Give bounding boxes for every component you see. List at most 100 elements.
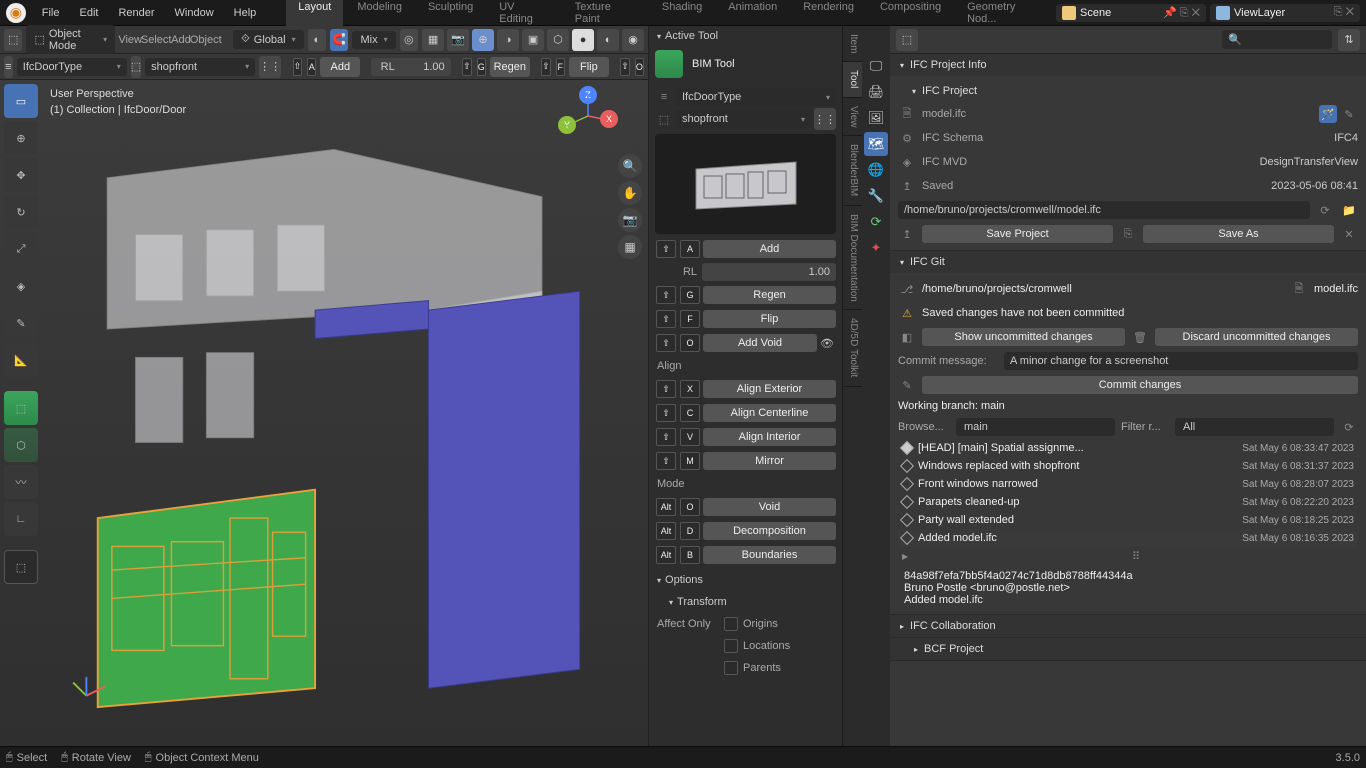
- check-locations[interactable]: [724, 639, 738, 653]
- tab-compositing[interactable]: Compositing: [868, 0, 953, 29]
- tool-transform[interactable]: ◈: [4, 269, 38, 303]
- picon-output[interactable]: 🖨: [864, 80, 888, 104]
- picon-view[interactable]: 🖼: [864, 106, 888, 130]
- tool-select[interactable]: ▭: [4, 84, 38, 118]
- grid-icon[interactable]: ⋮⋮: [259, 56, 281, 78]
- tool-cursor[interactable]: ⊕: [4, 121, 38, 155]
- sp-rl-value[interactable]: 1.00: [702, 263, 836, 281]
- sp-align-ctr[interactable]: Align Centerline: [703, 404, 836, 422]
- tab-geonodes[interactable]: Geometry Nod...: [955, 0, 1056, 29]
- tool-scale[interactable]: ⤢: [4, 232, 38, 266]
- ifc-git-header[interactable]: IFC Git: [890, 251, 1366, 273]
- picon-modifier[interactable]: ⟳: [864, 210, 888, 234]
- picon-world[interactable]: 🌐: [864, 158, 888, 182]
- tab-layout[interactable]: Layout: [286, 0, 343, 29]
- edit-icon[interactable]: ✎: [1340, 105, 1358, 123]
- refresh-icon[interactable]: ⟳: [1340, 418, 1358, 436]
- save-as-btn[interactable]: Save As: [1143, 225, 1334, 243]
- tab-modeling[interactable]: Modeling: [345, 0, 414, 29]
- prop-edit-icon[interactable]: ◎: [400, 29, 418, 51]
- sp-flip[interactable]: Flip: [703, 310, 836, 328]
- commit-row[interactable]: Windows replaced with shopfront Sat May …: [898, 457, 1358, 475]
- wand-icon[interactable]: 🪄: [1319, 105, 1337, 123]
- editor-type-icon[interactable]: ⬚: [4, 29, 22, 51]
- camera-icon[interactable]: 📷: [618, 208, 642, 232]
- xray-icon[interactable]: ▣: [522, 29, 544, 51]
- add-button[interactable]: Add: [320, 57, 360, 77]
- commit-btn[interactable]: Commit changes: [922, 376, 1358, 394]
- vtab-view[interactable]: View: [843, 98, 862, 137]
- shading-solid-icon[interactable]: ●: [572, 29, 594, 51]
- sp-mirror[interactable]: Mirror: [703, 452, 836, 470]
- browse-dd[interactable]: main: [956, 418, 1115, 436]
- type-icon[interactable]: ≡: [4, 56, 13, 78]
- props-filter-icon[interactable]: ⇅: [1338, 29, 1360, 51]
- menu-window[interactable]: Window: [165, 7, 224, 19]
- tab-animation[interactable]: Animation: [716, 0, 789, 29]
- menu-select[interactable]: Select: [145, 29, 167, 51]
- save-project-btn[interactable]: Save Project: [922, 225, 1113, 243]
- sp-grid-icon[interactable]: ⋮⋮: [814, 108, 836, 130]
- commit-row[interactable]: [HEAD] [main] Spatial assignme... Sat Ma…: [898, 439, 1358, 457]
- snap-toggle[interactable]: 🧲: [330, 29, 348, 51]
- sp-align-int[interactable]: Align Interior: [703, 428, 836, 446]
- tab-texpaint[interactable]: Texture Paint: [563, 0, 648, 29]
- tab-shading[interactable]: Shading: [650, 0, 714, 29]
- sp-regen[interactable]: Regen: [703, 286, 836, 304]
- tool-bim2[interactable]: ⬡: [4, 428, 38, 462]
- nav-gizmo[interactable]: ZYX: [558, 86, 618, 146]
- discard-changes-btn[interactable]: Discard uncommitted changes: [1155, 328, 1358, 346]
- ifc-project-info-header[interactable]: IFC Project Info: [890, 54, 1366, 76]
- shading-render-icon[interactable]: ◉: [622, 29, 644, 51]
- menu-file[interactable]: File: [32, 7, 70, 19]
- tab-uv[interactable]: UV Editing: [487, 0, 561, 29]
- picon-scene[interactable]: 🗺: [864, 132, 888, 156]
- snap-mode[interactable]: Mix: [352, 31, 395, 49]
- folder-icon[interactable]: 📁: [1340, 201, 1358, 219]
- close-icon[interactable]: ✕: [1340, 225, 1358, 243]
- zoom-icon[interactable]: 🔍: [618, 154, 642, 178]
- vtab-blenderbim[interactable]: BlenderBIM: [843, 136, 862, 205]
- instance-dropdown[interactable]: shopfront: [145, 58, 255, 76]
- transform-header[interactable]: Transform: [655, 592, 836, 612]
- tool-curve[interactable]: 〰: [4, 465, 38, 499]
- tool-annotate[interactable]: ✎: [4, 306, 38, 340]
- 3d-viewport[interactable]: ▭ ⊕ ✥ ↻ ⤢ ◈ ✎ 📐 ⬚ ⬡ 〰 ∟ ⬚ User Perspecti…: [0, 80, 648, 746]
- tool-measure[interactable]: 📐: [4, 343, 38, 377]
- commit-msg-input[interactable]: A minor change for a screenshot: [1004, 352, 1358, 370]
- picon-object[interactable]: 🔧: [864, 184, 888, 208]
- props-search[interactable]: 🔍: [1222, 30, 1332, 49]
- sp-void[interactable]: Void: [703, 498, 836, 516]
- active-tool-header[interactable]: Active Tool: [649, 26, 842, 46]
- menu-add[interactable]: Add: [171, 29, 191, 51]
- commit-row[interactable]: Parapets cleaned-up Sat May 6 08:22:20 2…: [898, 493, 1358, 511]
- flip-button[interactable]: Flip: [569, 57, 609, 77]
- commit-row[interactable]: Added model.ifc Sat May 6 08:16:35 2023: [898, 529, 1358, 547]
- quad-icon[interactable]: ▦: [422, 29, 444, 51]
- filter-dd[interactable]: All: [1175, 418, 1334, 436]
- gizmo-toggle[interactable]: ⊕: [472, 29, 494, 51]
- sp-decomp[interactable]: Decomposition: [703, 522, 836, 540]
- bcf-project-header[interactable]: BCF Project: [890, 638, 1366, 660]
- cam-icon[interactable]: 📷: [447, 29, 469, 51]
- tool-addcube[interactable]: ⬚: [4, 550, 38, 584]
- vtab-4d5d[interactable]: 4D/5D Toolkit: [843, 310, 862, 386]
- sp-type-dd[interactable]: IfcDoorType: [676, 88, 836, 106]
- overlay-toggle[interactable]: ◑: [497, 29, 519, 51]
- tool-angle[interactable]: ∟: [4, 502, 38, 536]
- sp-add[interactable]: Add: [703, 240, 836, 258]
- tool-bim[interactable]: ⬚: [4, 391, 38, 425]
- shading-preview-icon[interactable]: ◐: [597, 29, 619, 51]
- vtab-tool[interactable]: Tool: [843, 62, 862, 97]
- eye-icon[interactable]: 👁: [820, 337, 836, 350]
- vtab-item[interactable]: Item: [843, 26, 862, 62]
- instance-icon[interactable]: ⬚: [131, 56, 141, 78]
- check-parents[interactable]: [724, 661, 738, 675]
- picon-render[interactable]: 🖵: [864, 54, 888, 78]
- blender-logo[interactable]: ◉: [6, 3, 26, 23]
- pan-icon[interactable]: ✋: [618, 181, 642, 205]
- sp-instance-dd[interactable]: shopfront: [676, 110, 811, 128]
- menu-help[interactable]: Help: [224, 7, 267, 19]
- mode-dropdown[interactable]: ⬚ Object Mode: [26, 25, 115, 55]
- orientation-dropdown[interactable]: ⟐ Global: [233, 30, 303, 49]
